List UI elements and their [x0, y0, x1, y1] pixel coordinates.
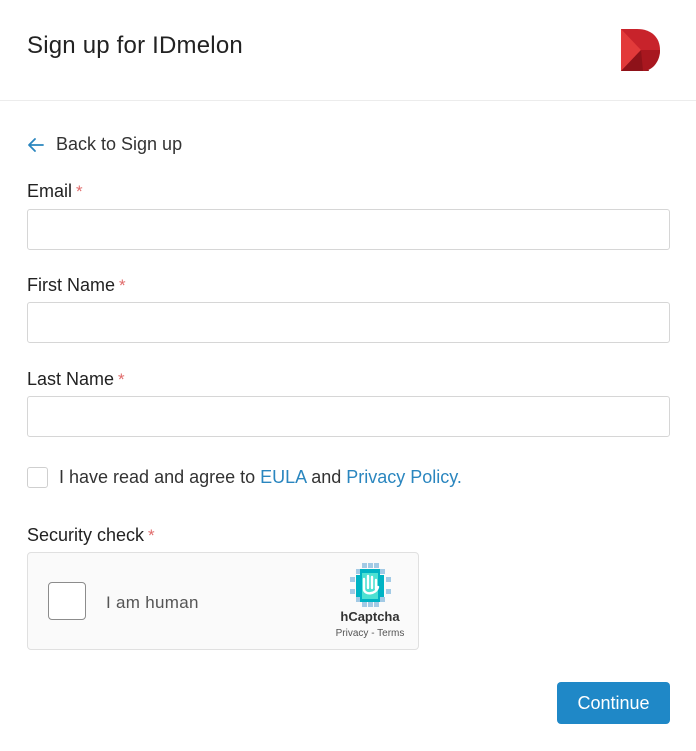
agree-text-middle: and: [306, 467, 347, 487]
security-check-label-text: Security check: [27, 525, 145, 545]
eula-link[interactable]: EULA: [260, 467, 306, 487]
hcaptcha-widget: I am human hCaptcha Privacy - Terms: [27, 552, 419, 650]
agree-row: I have read and agree to EULA and Privac…: [27, 467, 462, 488]
last-name-input[interactable]: [27, 396, 670, 437]
continue-button[interactable]: Continue: [557, 682, 670, 724]
captcha-label: I am human: [106, 593, 199, 612]
privacy-policy-link[interactable]: Privacy Policy.: [346, 467, 462, 487]
first-name-label: First Name *: [27, 275, 126, 296]
back-link-label: Back to Sign up: [56, 134, 183, 154]
hcaptcha-links: Privacy - Terms: [328, 628, 412, 639]
agree-text: I have read and agree to EULA and Privac…: [59, 467, 462, 488]
agree-text-before: I have read and agree to: [59, 467, 261, 487]
email-label-text: Email: [27, 181, 73, 201]
last-name-label-text: Last Name: [27, 369, 115, 389]
security-check-label: Security check *: [27, 525, 155, 546]
arrow-left-icon: [28, 137, 44, 152]
required-marker: *: [76, 182, 83, 201]
email-input[interactable]: [27, 209, 670, 250]
idmelon-logo-icon: [621, 29, 660, 71]
hcaptcha-link-separator: -: [368, 628, 378, 639]
last-name-label: Last Name *: [27, 369, 125, 390]
email-label: Email *: [27, 181, 83, 202]
agree-checkbox[interactable]: [27, 467, 48, 488]
back-to-signup-link[interactable]: Back to Sign up: [27, 134, 182, 155]
hcaptcha-hand-icon: [350, 563, 391, 607]
first-name-label-text: First Name: [27, 275, 116, 295]
first-name-input[interactable]: [27, 302, 670, 343]
captcha-checkbox[interactable]: [48, 582, 86, 620]
page-header: Sign up for IDmelon: [0, 0, 696, 101]
required-marker: *: [148, 526, 155, 545]
hcaptcha-terms-link[interactable]: Terms: [377, 628, 404, 639]
required-marker: *: [118, 370, 125, 389]
page-title: Sign up for IDmelon: [27, 32, 243, 59]
required-marker: *: [119, 276, 126, 295]
hcaptcha-privacy-link[interactable]: Privacy: [336, 628, 369, 639]
hcaptcha-brand: hCaptcha: [340, 609, 400, 624]
